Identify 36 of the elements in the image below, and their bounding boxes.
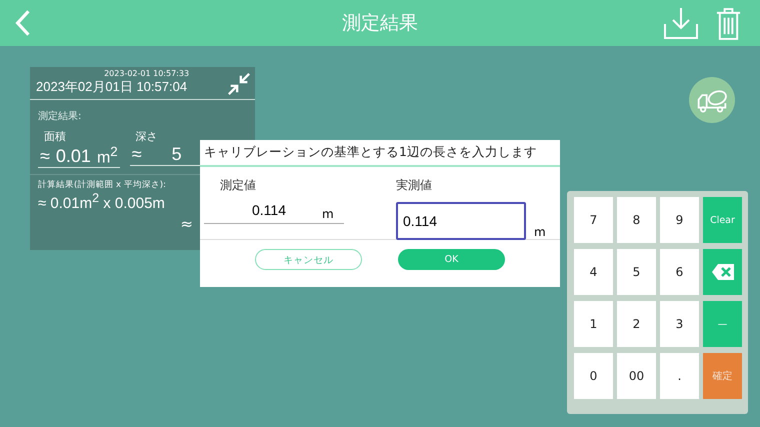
trash-icon[interactable] — [715, 6, 742, 40]
keypad-key[interactable]: 1 — [574, 301, 613, 347]
unit-label: m — [322, 207, 334, 223]
input-field[interactable]: 0.114 — [396, 202, 526, 240]
screen-title: 測定結果 — [342, 11, 418, 36]
keypad-key[interactable]: . — [660, 353, 699, 399]
result-value: ≈ — [180, 215, 193, 234]
timestamp: 2023-02-01 10:57:33 — [104, 69, 190, 78]
field-label: 深さ — [136, 129, 159, 144]
column-label: 測定値 — [220, 177, 257, 194]
backspace-key[interactable] — [703, 249, 742, 295]
calculation-value: ≈ 0.01m$^{2}$ x 0.005m — [38, 191, 165, 212]
back-icon[interactable] — [14, 9, 32, 37]
keypad-key[interactable]: 6 — [660, 249, 699, 295]
field-label: 面積 — [44, 129, 67, 144]
keypad-key[interactable]: 7 — [574, 197, 613, 243]
mixer-truck-icon — [696, 88, 728, 112]
collapse-icon[interactable] — [227, 72, 251, 96]
measurement-datetime: 2023年02月01日 10:57:04 — [36, 78, 188, 96]
keypad-key[interactable]: 5 — [617, 249, 656, 295]
keypad-key[interactable]: 8 — [617, 197, 656, 243]
keypad-key[interactable]: 4 — [574, 249, 613, 295]
calculation-label: 計算結果(計測範囲 x 平均深さ): — [38, 179, 166, 192]
download-icon[interactable] — [663, 6, 699, 40]
keypad-key[interactable]: 00 — [617, 353, 656, 399]
dialog-title: キャリブレーションの基準とする1辺の長さを入力します — [200, 140, 560, 167]
keypad-key[interactable]: 2 — [617, 301, 656, 347]
keypad-key[interactable]: 9 — [660, 197, 699, 243]
column-label: 実測値 — [396, 177, 433, 194]
backspace-icon — [710, 263, 734, 281]
unit-label: m — [534, 225, 546, 240]
mixer-truck-button[interactable] — [689, 77, 735, 123]
keypad-key[interactable]: 0 — [574, 353, 613, 399]
field-value: ≈ 0.01 m$^{2}$ — [38, 144, 120, 168]
section-label: 測定結果: — [38, 111, 82, 122]
keypad-key[interactable]: 3 — [660, 301, 699, 347]
